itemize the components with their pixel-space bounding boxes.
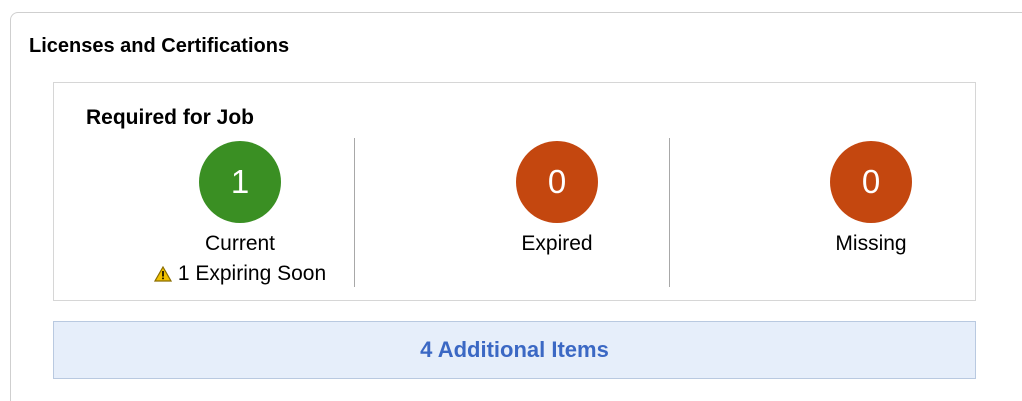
stat-missing: 0 Missing bbox=[771, 141, 971, 257]
current-label: Current bbox=[204, 232, 276, 255]
panel-title: Licenses and Certifications bbox=[29, 35, 290, 57]
expiring-soon-text: 1 Expiring Soon bbox=[177, 262, 327, 285]
divider bbox=[669, 138, 670, 287]
current-count-badge[interactable]: 1 bbox=[199, 141, 281, 223]
required-for-job-summary: Required for Job 1 Current 1 Expiring So… bbox=[53, 82, 976, 301]
stat-expired: 0 Expired bbox=[457, 141, 657, 257]
warning-triangle-icon bbox=[153, 266, 172, 282]
missing-label: Missing bbox=[835, 232, 907, 255]
divider bbox=[354, 138, 355, 287]
expired-label: Expired bbox=[521, 232, 593, 255]
stat-current: 1 Current 1 Expiring Soon bbox=[140, 141, 340, 287]
section-heading: Required for Job bbox=[86, 106, 255, 129]
expired-count-badge[interactable]: 0 bbox=[516, 141, 598, 223]
licenses-page: Licenses and Certifications Required for… bbox=[0, 0, 1022, 401]
missing-count-badge[interactable]: 0 bbox=[830, 141, 912, 223]
expiring-soon-notice: 1 Expiring Soon bbox=[140, 261, 340, 287]
additional-items-button[interactable]: 4 Additional Items bbox=[53, 321, 976, 379]
